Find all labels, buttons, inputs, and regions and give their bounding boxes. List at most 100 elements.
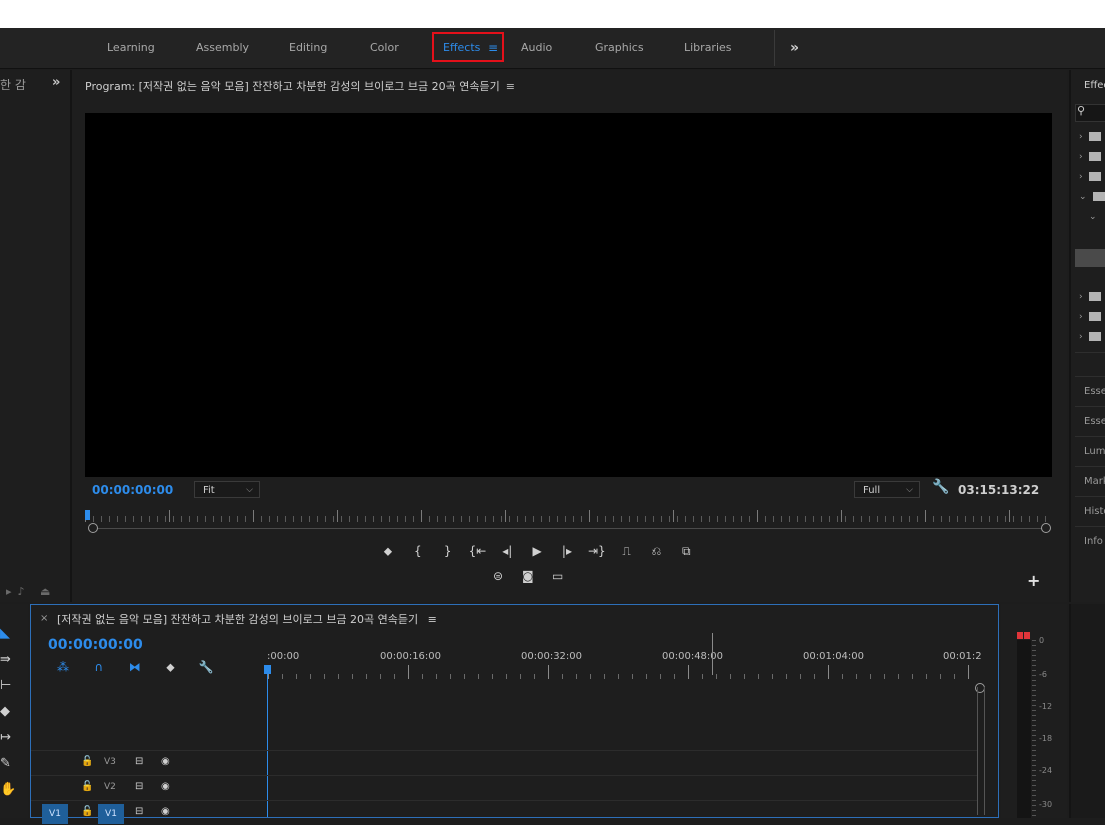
vr-video-icon[interactable]: ⊜ (487, 569, 509, 583)
lock-icon[interactable]: 🔓 (81, 806, 93, 817)
track-row-v2[interactable]: 🔓 V2 ⊟ ◉ (31, 775, 977, 800)
pen-tool-icon[interactable]: ✎ (0, 756, 11, 771)
panel-tab-lumetri[interactable]: Lum (1084, 446, 1105, 457)
playback-resolution-select[interactable]: Full ⌵ (854, 481, 920, 498)
step-back-icon[interactable]: ◂| (496, 544, 518, 558)
program-monitor-title[interactable]: Program: [저작권 없는 음악 모음] 잔잔하고 차분한 감성의 브이로… (85, 78, 515, 94)
ruler-label: 00:01:2 (943, 651, 982, 662)
effects-tree-selected-item[interactable] (1075, 249, 1105, 267)
panel-tab-essential-sound[interactable]: Esse (1084, 416, 1105, 427)
playhead-timecode[interactable]: 00:00:00:00 (92, 483, 173, 497)
program-monitor: Program: [저작권 없는 음악 모음] 잔잔하고 차분한 감성의 브이로… (72, 70, 1067, 602)
mark-in-icon[interactable]: { (407, 544, 429, 558)
track-row-v1[interactable]: V1 🔓 V1 ⊟ ◉ (31, 800, 977, 825)
effects-tree-folder[interactable]: › (1079, 132, 1102, 142)
timeline-timecode[interactable]: 00:00:00:00 (48, 637, 143, 653)
divider (1075, 436, 1105, 437)
timeline-settings-wrench-icon[interactable]: 🔧 (194, 660, 218, 674)
step-forward-icon[interactable]: |▸ (556, 544, 578, 558)
program-menu-icon[interactable]: ≡ (506, 80, 515, 93)
source-patch-v1[interactable]: V1 (42, 804, 68, 824)
panel-tab-info[interactable]: Info (1084, 536, 1103, 547)
nest-icon[interactable]: ⁂ (51, 660, 75, 674)
sync-lock-icon[interactable]: ⊟ (135, 781, 143, 792)
workspace-overflow-button[interactable]: » (790, 28, 799, 68)
close-icon[interactable]: × (40, 613, 48, 624)
ripple-edit-tool-icon[interactable]: ⊢ (0, 678, 11, 693)
timeline-playhead-handle[interactable] (264, 665, 271, 674)
safe-margins-icon[interactable]: ▭ (547, 569, 569, 583)
settings-wrench-icon[interactable]: 🔧 (932, 479, 949, 495)
razor-tool-icon[interactable]: ◆ (0, 704, 10, 719)
clip-indicator-right[interactable] (1024, 632, 1030, 639)
track-row-v3[interactable]: 🔓 V3 ⊟ ◉ (31, 750, 977, 775)
zoom-scroll-bar[interactable] (92, 528, 1045, 529)
resolution-value: Full (863, 485, 881, 496)
button-editor-add-icon[interactable]: + (1027, 571, 1040, 590)
meter-bar (1017, 640, 1031, 818)
tab-graphics[interactable]: Graphics (595, 28, 644, 68)
add-marker-icon[interactable]: ⬥ (158, 660, 182, 675)
playhead-marker[interactable] (85, 510, 90, 520)
hand-tool-icon[interactable]: ✋ (0, 782, 16, 797)
panel-tab-history[interactable]: Histo (1084, 506, 1105, 517)
zoom-handle-right[interactable] (1041, 523, 1051, 533)
track-select-tool-icon[interactable]: ⇛ (0, 652, 11, 667)
go-to-out-icon[interactable]: ⇥} (586, 544, 608, 558)
vertical-scrollbar[interactable] (977, 687, 985, 815)
transport-controls-secondary: ⊜ ◙ ▭ (487, 569, 573, 583)
source-panel-title[interactable]: 한 감 (0, 76, 26, 93)
right-bottom-panel (1069, 604, 1105, 818)
effects-tree-folder[interactable]: › (1079, 292, 1102, 302)
track-target-v1[interactable]: V1 (98, 804, 124, 824)
effects-tree-folder-expanded[interactable]: ⌄ (1079, 192, 1105, 202)
lift-icon[interactable]: ⎍ (616, 544, 638, 559)
tab-color[interactable]: Color (370, 28, 399, 68)
mark-out-icon[interactable]: } (437, 544, 459, 558)
effects-tree-subfolder[interactable]: ⌄ (1089, 212, 1097, 222)
sequence-title: [저작권 없는 음악 모음] 잔잔하고 차분한 감성의 브이로그 브금 20곡 … (57, 613, 419, 626)
tab-assembly[interactable]: Assembly (196, 28, 249, 68)
audio-meters: 0 -6 -12 -18 -24 -30 (1001, 604, 1067, 818)
go-to-in-icon[interactable]: {⇤ (466, 544, 488, 558)
panel-tab-markers[interactable]: Mark (1084, 476, 1105, 487)
sync-lock-icon[interactable]: ⊟ (135, 756, 143, 767)
folder-icon (1089, 292, 1102, 301)
extract-icon[interactable]: ⎌ (645, 544, 667, 559)
panel-overflow-button[interactable]: » (52, 75, 60, 90)
effects-tree-folder[interactable]: › (1079, 332, 1102, 342)
selection-tool-icon[interactable]: ◣ (0, 626, 10, 641)
effects-panel-title[interactable]: Effec (1084, 80, 1105, 91)
chevron-down-icon: ⌵ (906, 485, 913, 495)
clip-indicator-left[interactable] (1017, 632, 1023, 639)
sequence-tab[interactable]: [저작권 없는 음악 모음] 잔잔하고 차분한 감성의 브이로그 브금 20곡 … (57, 611, 437, 627)
slip-tool-icon[interactable]: ↦ (0, 730, 11, 745)
panel-tab-essential-graphics[interactable]: Esse (1084, 386, 1105, 397)
time-ruler-major-ticks (85, 510, 1052, 522)
eye-icon[interactable]: ◉ (161, 781, 170, 792)
tab-libraries[interactable]: Libraries (684, 28, 732, 68)
tab-editing[interactable]: Editing (289, 28, 327, 68)
eye-icon[interactable]: ◉ (161, 806, 170, 817)
effects-tree-folder[interactable]: › (1079, 172, 1102, 182)
compare-view-icon[interactable]: ⧉ (675, 544, 697, 559)
tab-audio[interactable]: Audio (521, 28, 552, 68)
effects-tree-folder[interactable]: › (1079, 312, 1102, 322)
export-frame-camera-icon[interactable]: ◙ (517, 569, 539, 583)
tab-learning[interactable]: Learning (107, 28, 155, 68)
linked-selection-icon[interactable]: ⧓ (123, 660, 147, 674)
sequence-menu-icon[interactable]: ≡ (428, 613, 437, 626)
timeline-ruler-major-ticks (268, 665, 980, 679)
add-marker-icon[interactable]: ⬥ (377, 544, 399, 559)
video-preview[interactable] (85, 113, 1052, 477)
lock-icon[interactable]: 🔓 (81, 756, 93, 767)
zoom-handle-left[interactable] (88, 523, 98, 533)
source-buttons-icon[interactable]: ▸♪ ⏏ (6, 585, 56, 598)
lock-icon[interactable]: 🔓 (81, 781, 93, 792)
sync-lock-icon[interactable]: ⊟ (135, 806, 143, 817)
snap-magnet-icon[interactable]: ∩ (87, 660, 111, 674)
play-icon[interactable]: ▶ (526, 544, 548, 558)
eye-icon[interactable]: ◉ (161, 756, 170, 767)
effects-tree-folder[interactable]: › (1079, 152, 1102, 162)
zoom-level-select[interactable]: Fit ⌵ (194, 481, 260, 498)
